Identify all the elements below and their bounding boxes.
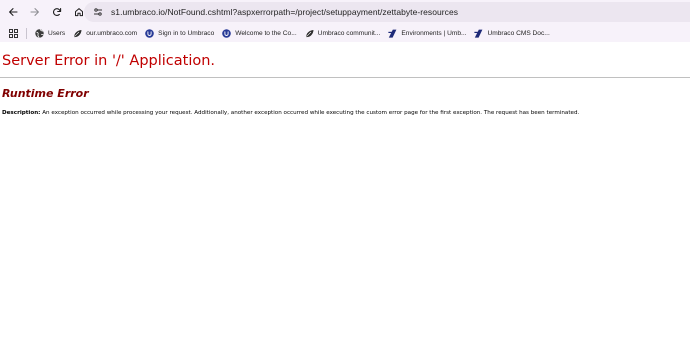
apps-button[interactable] — [6, 26, 20, 40]
leaf-icon — [73, 29, 82, 38]
error-subtitle: Runtime Error — [2, 87, 89, 100]
apps-grid-icon — [8, 28, 18, 38]
browser-toolbar: s1.umbraco.io/NotFound.cshtml?aspxerrorp… — [0, 0, 690, 24]
divider — [0, 77, 690, 78]
bookmark-label: Users — [48, 29, 66, 37]
tune-icon — [94, 8, 102, 16]
flag-icon — [474, 29, 483, 38]
page-content: Server Error in '/' Application. Runtime… — [0, 42, 690, 338]
bookmark-umbraco-cms-docs[interactable]: Umbraco CMS Doc... — [474, 26, 550, 40]
bookmark-environments[interactable]: Environments | Umb... — [388, 26, 466, 40]
bookmarks-divider — [26, 27, 27, 39]
site-info-button[interactable] — [91, 5, 105, 19]
back-button[interactable] — [4, 3, 22, 21]
home-icon — [75, 8, 83, 17]
bookmarks-bar: Users our.umbraco.com Sign in to Umbraco… — [0, 24, 690, 42]
bookmark-label: Environments | Umb... — [401, 29, 467, 37]
page-title: Server Error in '/' Application. — [2, 53, 216, 69]
description-text: An exception occurred while processing y… — [40, 110, 580, 116]
bookmark-label: our.umbraco.com — [86, 29, 138, 37]
bookmark-users[interactable]: Users — [35, 26, 65, 40]
error-description: Description: An exception occurred while… — [2, 110, 579, 116]
arrow-right-icon — [30, 8, 39, 16]
globe-icon — [35, 28, 44, 38]
bookmark-umbraco-community[interactable]: Umbraco communit... — [305, 26, 381, 40]
bookmark-label: Umbraco CMS Doc... — [487, 29, 550, 37]
arrow-left-icon — [9, 8, 18, 16]
umbraco-icon — [222, 28, 232, 38]
umbraco-icon — [145, 28, 154, 38]
bookmark-label: Umbraco communit... — [317, 29, 381, 37]
description-label: Description: — [2, 110, 41, 116]
leaf-icon — [305, 29, 314, 38]
bookmark-our-umbraco[interactable]: our.umbraco.com — [73, 26, 137, 40]
reload-button[interactable] — [48, 3, 66, 21]
bookmark-sign-in-umbraco[interactable]: Sign in to Umbraco — [145, 26, 214, 40]
address-bar[interactable]: s1.umbraco.io/NotFound.cshtml?aspxerrorp… — [84, 2, 690, 22]
bookmark-welcome[interactable]: Welcome to the Co... — [222, 26, 297, 40]
url-text[interactable]: s1.umbraco.io/NotFound.cshtml?aspxerrorp… — [111, 7, 458, 17]
flag-icon — [388, 29, 397, 38]
bookmark-label: Sign in to Umbraco — [158, 29, 215, 37]
reload-icon — [53, 8, 62, 17]
forward-button[interactable] — [26, 3, 44, 21]
bookmark-label: Welcome to the Co... — [235, 29, 297, 37]
